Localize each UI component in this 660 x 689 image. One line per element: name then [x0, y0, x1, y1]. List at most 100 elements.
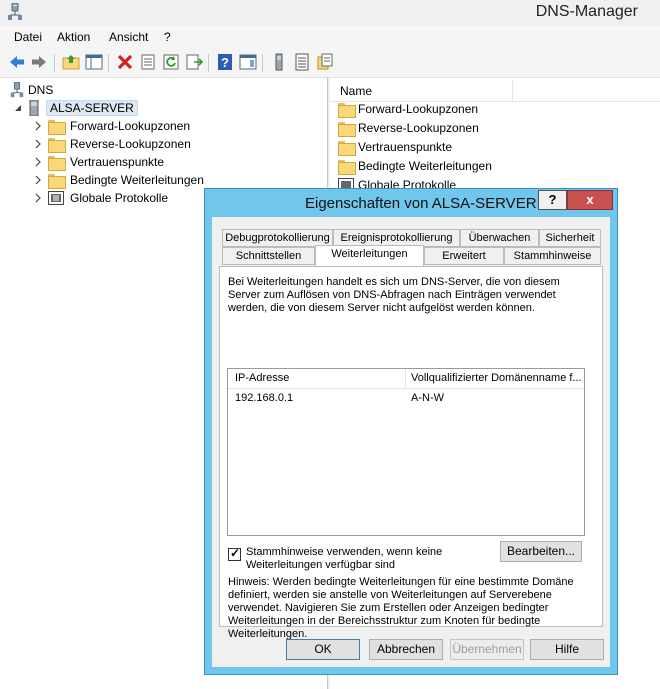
- menu-help[interactable]: ?: [164, 30, 171, 44]
- dns-icon: [10, 82, 24, 98]
- back-arrow-icon[interactable]: [8, 53, 26, 71]
- expand-arrow-icon[interactable]: [34, 157, 42, 167]
- tree-node-forward-zones[interactable]: Forward-Lookupzonen: [34, 117, 190, 135]
- folder-icon: [48, 137, 66, 153]
- use-root-hints-option[interactable]: Stammhinweise verwenden, wenn keine Weit…: [228, 546, 468, 572]
- column-header-ip[interactable]: IP-Adresse: [235, 372, 289, 384]
- delete-icon[interactable]: [116, 53, 134, 71]
- log-icon: [48, 191, 64, 205]
- forwarders-table[interactable]: IP-Adresse Vollqualifizierter Domänennam…: [227, 368, 585, 536]
- column-header-name[interactable]: Name: [340, 84, 372, 98]
- expand-arrow-icon[interactable]: [34, 121, 42, 131]
- list-item-label: Forward-Lookupzonen: [358, 102, 479, 116]
- title-bar: DNS-Manager: [0, 0, 660, 26]
- edit-button[interactable]: Bearbeiten...: [500, 541, 582, 562]
- tree-label: Bedingte Weiterleitungen: [70, 173, 204, 187]
- export-list-icon[interactable]: [185, 53, 203, 71]
- properties-dialog: Eigenschaften von ALSA-SERVER ? x Debugp…: [204, 188, 618, 675]
- folder-icon: [48, 173, 66, 189]
- conditional-forwarders-note: Hinweis: Werden bedingte Weiterleitungen…: [228, 576, 574, 640]
- cell-ip: 192.168.0.1: [235, 392, 294, 404]
- table-row[interactable]: 192.168.0.1 A-N-W: [228, 389, 584, 407]
- svg-text:?: ?: [221, 55, 229, 70]
- server-icon[interactable]: [270, 53, 288, 71]
- tab-advanced[interactable]: Erweitert: [424, 247, 504, 265]
- tree-node-reverse-zones[interactable]: Reverse-Lookupzonen: [34, 135, 191, 153]
- forwarders-panel: Bei Weiterleitungen handelt es sich um D…: [219, 266, 603, 640]
- cancel-button[interactable]: Abbrechen: [369, 639, 443, 660]
- toolbar-separator: [54, 54, 55, 72]
- server-icon: [29, 100, 39, 116]
- close-button[interactable]: x: [567, 190, 613, 210]
- dialog-title-bar[interactable]: Eigenschaften von ALSA-SERVER ? x: [205, 189, 617, 217]
- show-hide-tree-icon[interactable]: [85, 53, 103, 71]
- list-item[interactable]: Vertrauenspunkte: [338, 138, 452, 156]
- list-item[interactable]: Bedingte Weiterleitungen: [338, 157, 492, 175]
- help-icon[interactable]: ?: [216, 53, 234, 71]
- menu-aktion[interactable]: Aktion: [57, 30, 90, 44]
- tree-node-server[interactable]: ALSA-SERVER: [14, 99, 138, 117]
- expand-arrow-icon[interactable]: [34, 139, 42, 149]
- menu-datei[interactable]: Datei: [14, 30, 42, 44]
- ok-button[interactable]: OK: [286, 639, 360, 660]
- expand-arrow-icon[interactable]: [34, 175, 42, 185]
- action-pane-icon[interactable]: [239, 53, 257, 71]
- tree-node-global-logs[interactable]: Globale Protokolle: [34, 189, 168, 207]
- window-title: DNS-Manager: [535, 3, 638, 20]
- apply-button[interactable]: Übernehmen: [450, 639, 524, 660]
- up-folder-icon[interactable]: [62, 53, 80, 71]
- refresh-icon[interactable]: [162, 53, 180, 71]
- expand-arrow-icon[interactable]: [34, 193, 42, 203]
- folder-icon: [338, 159, 356, 175]
- use-root-hints-checkbox[interactable]: [228, 546, 241, 561]
- folder-icon: [338, 102, 356, 118]
- toolbar-separator: [108, 54, 109, 72]
- tab-security[interactable]: Sicherheit: [539, 229, 601, 247]
- folder-icon: [338, 121, 356, 137]
- tab-interfaces[interactable]: Schnittstellen: [222, 247, 315, 265]
- column-divider[interactable]: [512, 80, 513, 102]
- tree-node-trust-points[interactable]: Vertrauenspunkte: [34, 153, 164, 171]
- folder-icon: [338, 140, 356, 156]
- folder-icon: [48, 119, 66, 135]
- tree-label: Vertrauenspunkte: [70, 155, 165, 169]
- zone-document-icon[interactable]: [316, 53, 334, 71]
- properties-icon[interactable]: [139, 53, 157, 71]
- list-item-label: Bedingte Weiterleitungen: [358, 159, 492, 173]
- help-dialog-button[interactable]: Hilfe: [530, 639, 604, 660]
- tree-node-dns[interactable]: DNS: [10, 81, 53, 99]
- cell-fqdn: A-N-W: [411, 392, 444, 404]
- dialog-body: Debugprotokollierung Ereignisprotokollie…: [212, 217, 610, 667]
- tree-label: Reverse-Lookupzonen: [70, 137, 191, 151]
- table-header: IP-Adresse Vollqualifizierter Domänennam…: [228, 369, 584, 389]
- forwarders-description: Bei Weiterleitungen handelt es sich um D…: [228, 276, 560, 314]
- list-item-label: Reverse-Lookupzonen: [358, 121, 479, 135]
- tree-label: Globale Protokolle: [70, 191, 169, 205]
- records-list-icon[interactable]: [293, 53, 311, 71]
- menu-bar: Datei Aktion Ansicht ?: [0, 26, 660, 48]
- dialog-title: Eigenschaften von ALSA-SERVER: [305, 195, 537, 212]
- folder-icon: [48, 155, 66, 171]
- list-header: Name: [330, 80, 660, 102]
- tab-root-hints[interactable]: Stammhinweise: [504, 247, 601, 265]
- tree-node-conditional-forwarders[interactable]: Bedingte Weiterleitungen: [34, 171, 204, 189]
- toolbar: ?: [0, 48, 660, 78]
- tab-monitoring[interactable]: Überwachen: [460, 229, 539, 247]
- list-item[interactable]: Reverse-Lookupzonen: [338, 119, 479, 137]
- tree-label: Forward-Lookupzonen: [70, 119, 191, 133]
- column-header-fqdn[interactable]: Vollqualifizierter Domänenname f...: [411, 372, 582, 384]
- list-item[interactable]: Forward-Lookupzonen: [338, 100, 478, 118]
- tab-forwarders[interactable]: Weiterleitungen: [315, 245, 424, 266]
- list-item-label: Vertrauenspunkte: [358, 140, 453, 154]
- tree-label-server: ALSA-SERVER: [46, 100, 138, 116]
- help-button[interactable]: ?: [538, 190, 567, 210]
- use-root-hints-label: Stammhinweise verwenden, wenn keine Weit…: [246, 546, 443, 571]
- collapse-arrow-icon[interactable]: [14, 103, 22, 113]
- column-divider[interactable]: [405, 369, 406, 389]
- forward-arrow-icon[interactable]: [30, 53, 48, 71]
- tree-label-dns: DNS: [28, 83, 54, 97]
- toolbar-separator: [208, 54, 209, 72]
- toolbar-separator: [262, 54, 263, 72]
- dns-app-icon: [8, 3, 22, 20]
- menu-ansicht[interactable]: Ansicht: [109, 30, 148, 44]
